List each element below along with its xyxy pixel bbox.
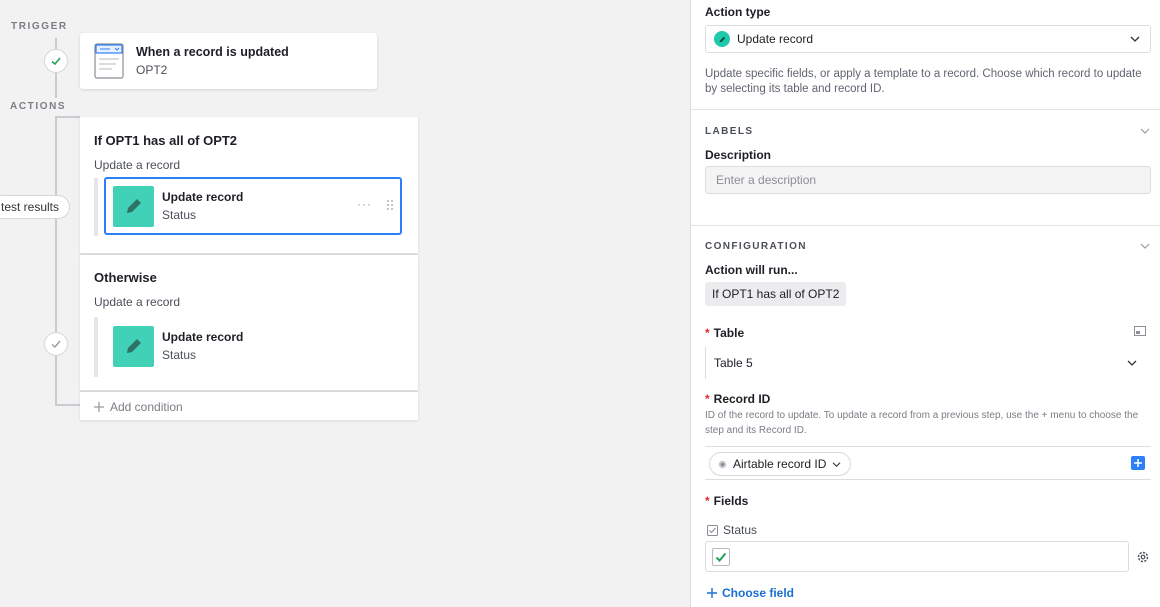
test-results-button[interactable]: test results — [0, 195, 71, 219]
more-options-icon[interactable]: ··· — [357, 197, 372, 211]
plus-icon — [94, 402, 104, 412]
airtable-record-icon — [718, 460, 727, 468]
insert-token-plus-icon[interactable] — [1131, 456, 1145, 470]
description-label: Description — [705, 148, 772, 162]
otherwise-title: Otherwise — [94, 270, 157, 285]
action-subtitle: Status — [162, 348, 197, 362]
expand-icon[interactable] — [1134, 326, 1146, 336]
action-title: Update record — [162, 330, 244, 344]
choose-field-label: Choose field — [722, 586, 795, 600]
connector-line — [55, 72, 57, 98]
record-updated-icon — [94, 43, 124, 79]
connector-line — [55, 116, 80, 118]
pencil-icon — [113, 185, 154, 227]
gear-icon[interactable] — [1136, 550, 1150, 564]
branch-bar — [94, 178, 98, 236]
add-condition-row[interactable]: Add condition — [80, 391, 418, 420]
condition-chip: If OPT1 has all of OPT2 — [705, 282, 847, 306]
record-id-field[interactable]: Airtable record ID — [705, 446, 1151, 480]
trigger-section-label: TRIGGER — [11, 21, 68, 32]
automation-canvas: TRIGGER ACTIONS When a record is updated… — [0, 0, 690, 607]
record-id-token[interactable]: Airtable record ID — [709, 452, 852, 476]
otherwise-block[interactable]: Otherwise Update a record Update record … — [80, 254, 418, 390]
pencil-icon — [714, 31, 730, 47]
record-id-help: ID of the record to update. To update a … — [705, 410, 1139, 436]
action-title: Update record — [162, 190, 244, 204]
update-record-action-card-selected[interactable]: Update record Status ··· — [104, 177, 402, 235]
pencil-icon — [113, 325, 154, 367]
section-divider — [691, 225, 1160, 226]
action-subtitle: Status — [162, 208, 197, 222]
connector-line — [55, 116, 57, 406]
choose-field-button[interactable]: Choose field — [707, 586, 794, 600]
trigger-card[interactable]: When a record is updated OPT2 — [80, 33, 377, 89]
actions-section-label: ACTIONS — [10, 101, 67, 112]
condition-subtitle: Update a record — [94, 158, 181, 172]
trigger-subtitle: OPT2 — [136, 63, 168, 77]
chevron-down-icon — [1127, 360, 1137, 366]
record-id-label: * Record ID — [705, 392, 771, 406]
fields-label: * Fields — [705, 494, 749, 508]
update-record-action-card[interactable]: Update record Status — [106, 317, 404, 375]
plus-icon — [707, 588, 717, 598]
add-condition-label: Add condition — [110, 400, 183, 414]
section-divider — [691, 109, 1160, 110]
condition-title: If OPT1 has all of OPT2 — [94, 133, 238, 148]
chevron-down-icon — [832, 461, 841, 467]
action-type-value: Update record — [737, 32, 814, 46]
action-will-run-label: Action will run... — [705, 263, 798, 277]
add-condition-button[interactable]: Add condition — [94, 400, 183, 414]
otherwise-subtitle: Update a record — [94, 295, 181, 309]
checkbox-field-type-icon — [707, 524, 718, 536]
connector-line — [55, 404, 80, 406]
record-id-value: Airtable record ID — [733, 457, 827, 471]
table-value: Table 5 — [714, 356, 753, 370]
trigger-title: When a record is updated — [136, 45, 289, 59]
labels-section-header[interactable]: LABELS — [705, 126, 753, 137]
action-config-panel: Action type Update record Update specifi… — [690, 0, 1160, 607]
drag-handle-icon[interactable] — [386, 199, 394, 211]
chevron-down-icon[interactable] — [1140, 127, 1150, 135]
status-checkbox[interactable] — [712, 548, 730, 566]
action-type-select[interactable]: Update record — [705, 25, 1151, 53]
action-type-description: Update specific fields, or apply a templ… — [705, 68, 1142, 95]
condition-block[interactable]: If OPT1 has all of OPT2 Update a record … — [80, 117, 418, 253]
field-name: Status — [723, 523, 758, 537]
chevron-down-icon — [1130, 36, 1140, 42]
table-label: * Table — [705, 326, 745, 340]
action-type-label: Action type — [705, 5, 771, 19]
field-status-row: Status — [707, 523, 757, 537]
branch-status-check-icon — [44, 332, 68, 356]
chevron-down-icon[interactable] — [1140, 242, 1150, 250]
status-field-input[interactable] — [705, 541, 1129, 572]
trigger-status-check-icon — [44, 49, 68, 73]
branch-bar — [94, 317, 98, 377]
configuration-section-header[interactable]: CONFIGURATION — [705, 241, 807, 252]
table-select[interactable]: Table 5 — [705, 347, 1151, 379]
check-icon — [715, 552, 727, 562]
description-input[interactable] — [705, 166, 1151, 194]
